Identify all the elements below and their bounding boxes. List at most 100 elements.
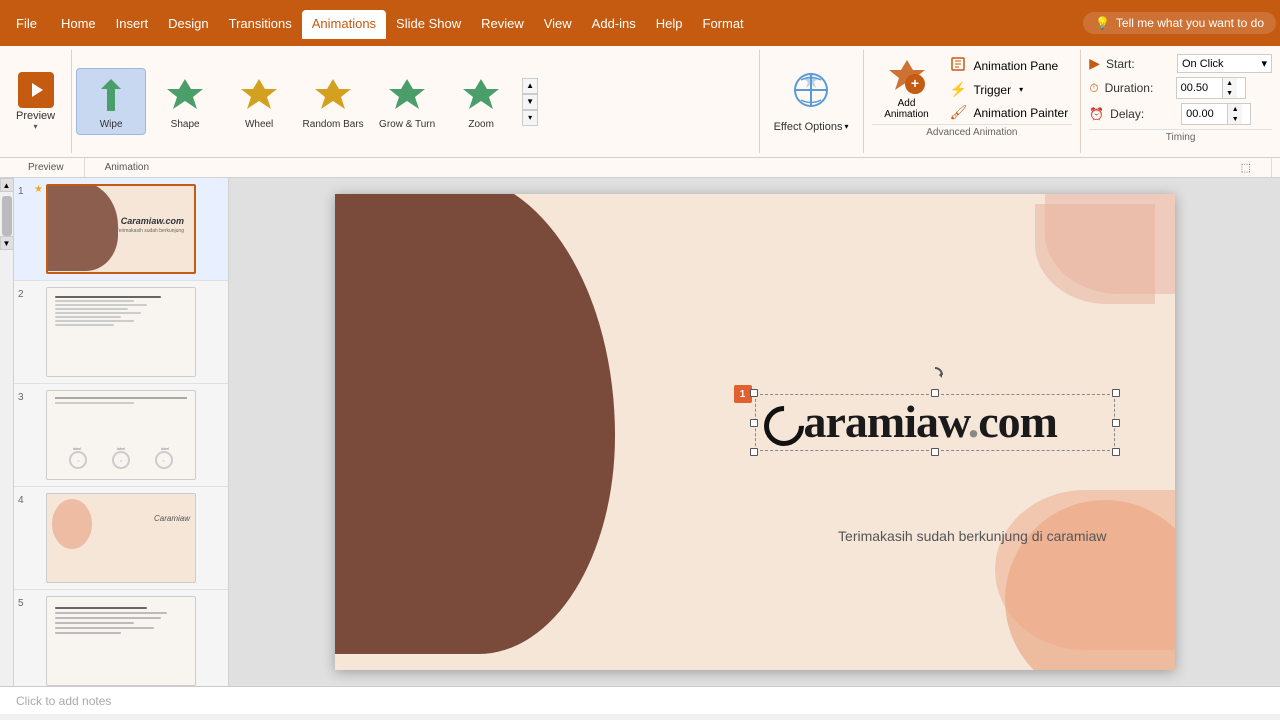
anim-grow-turn[interactable]: Grow & Turn — [372, 69, 442, 134]
scroll-expand-btn[interactable]: ▾ — [522, 110, 538, 126]
ribbon-bar: Preview ▾ Wipe Shape — [0, 46, 1280, 158]
panel-scroll-thumb[interactable] — [2, 196, 12, 236]
menu-insert[interactable]: Insert — [106, 10, 159, 37]
slide-item-5[interactable]: 5 — [14, 590, 228, 686]
file-menu[interactable]: File — [4, 12, 49, 35]
anim-zoom[interactable]: Zoom — [446, 69, 516, 134]
tell-me-text: Tell me what you want to do — [1116, 16, 1264, 30]
menu-bar: File Home Insert Design Transitions Anim… — [0, 0, 1280, 46]
delay-up-arrow[interactable]: ▲ — [1228, 104, 1242, 114]
thumb1-logo: Caramiaw.com — [121, 216, 184, 226]
notes-placeholder: Click to add notes — [16, 694, 111, 708]
grow-turn-icon — [385, 73, 429, 117]
selected-text-box[interactable]: 1 aramiaw.com — [755, 394, 1115, 451]
effect-options-icon — [791, 70, 831, 119]
animation-gallery: Wipe Shape Wheel — [72, 50, 759, 153]
panel-scroll-down[interactable]: ▼ — [0, 236, 14, 250]
menu-addins[interactable]: Add-ins — [582, 10, 646, 37]
delay-input[interactable] — [1182, 107, 1227, 121]
handle-top-right[interactable] — [1112, 389, 1120, 397]
preview-button[interactable]: Preview ▾ — [12, 68, 59, 135]
animation-painter-icon: 🖌 — [950, 104, 968, 121]
handle-bottom-middle[interactable] — [931, 448, 939, 456]
slide-thumb-4: Caramiaw — [46, 493, 196, 583]
menu-review[interactable]: Review — [471, 10, 534, 37]
shape-icon — [163, 73, 207, 117]
advanced-top: + AddAnimation Animatio — [872, 54, 1073, 124]
slide-blob-2 — [995, 490, 1175, 650]
slide-item-1[interactable]: 1 ★ Caramiaw.com Terimakasih sudah berku… — [14, 178, 228, 281]
trigger-button[interactable]: ⚡ Trigger ▾ — [946, 79, 1073, 100]
notes-bar[interactable]: Click to add notes — [0, 686, 1280, 714]
panel-scroll-up[interactable]: ▲ — [0, 178, 14, 192]
delay-spin-arrows: ▲ ▼ — [1227, 104, 1242, 124]
menu-design[interactable]: Design — [158, 10, 218, 37]
duration-down-arrow[interactable]: ▼ — [1223, 88, 1237, 98]
slide-bg-shape-left — [335, 194, 615, 654]
preview-section-label: Preview — [8, 158, 85, 177]
effect-options-button[interactable]: Effect Options ▾ — [770, 66, 853, 137]
anim-wheel[interactable]: Wheel — [224, 69, 294, 134]
scroll-up-btn[interactable]: ▲ — [522, 78, 538, 94]
handle-middle-left[interactable] — [750, 419, 758, 427]
add-animation-button[interactable]: + AddAnimation — [872, 54, 942, 120]
slide-panel: 1 ★ Caramiaw.com Terimakasih sudah berku… — [14, 178, 229, 686]
scroll-down-btn[interactable]: ▼ — [522, 94, 538, 110]
effect-options-label: Effect Options — [774, 121, 843, 133]
menu-format[interactable]: Format — [693, 10, 754, 37]
duration-input[interactable] — [1177, 81, 1222, 95]
add-animation-icon: + — [885, 54, 929, 98]
delay-down-arrow[interactable]: ▼ — [1228, 114, 1242, 124]
menu-home[interactable]: Home — [51, 10, 106, 37]
handle-middle-right[interactable] — [1112, 419, 1120, 427]
grow-turn-label: Grow & Turn — [379, 119, 435, 130]
handle-bottom-left[interactable] — [750, 448, 758, 456]
start-play-icon: ▶ — [1089, 55, 1100, 72]
anim-wipe[interactable]: Wipe — [76, 68, 146, 135]
preview-dropdown-arrow: ▾ — [34, 122, 38, 131]
handle-bottom-right[interactable] — [1112, 448, 1120, 456]
animation-pane-button[interactable]: Animation Pane — [946, 54, 1073, 77]
menu-transitions[interactable]: Transitions — [219, 10, 302, 37]
menu-slideshow[interactable]: Slide Show — [386, 10, 471, 37]
rotate-handle[interactable] — [925, 365, 945, 390]
wheel-label: Wheel — [245, 119, 273, 130]
main-area: ▲ ▼ 1 ★ Caramiaw.com Terimakasih sudah b… — [0, 178, 1280, 686]
animation-expand-btn[interactable]: ⬚ — [1241, 161, 1251, 174]
random-bars-icon — [311, 73, 355, 117]
add-animation-label: AddAnimation — [884, 98, 928, 120]
anim-shape[interactable]: Shape — [150, 69, 220, 134]
animation-painter-button[interactable]: 🖌 Animation Painter — [946, 102, 1073, 123]
duration-up-arrow[interactable]: ▲ — [1223, 78, 1237, 88]
anim-random-bars[interactable]: Random Bars — [298, 69, 368, 134]
slide-thumb-3: ○ ○ ○ label label label — [46, 390, 196, 480]
file-label: File — [16, 16, 37, 31]
handle-top-middle[interactable] — [931, 389, 939, 397]
wheel-icon — [237, 73, 281, 117]
delay-spinbox[interactable]: ▲ ▼ — [1181, 103, 1251, 125]
animation-painter-label: Animation Painter — [974, 106, 1069, 120]
menu-view[interactable]: View — [534, 10, 582, 37]
advanced-animation-group: + AddAnimation Animatio — [864, 50, 1082, 153]
slide-item-3[interactable]: 3 ○ ○ ○ label label label — [14, 384, 228, 487]
menu-animations[interactable]: Animations — [302, 10, 386, 39]
slide-star-1: ★ — [34, 184, 46, 195]
slide-number-2: 2 — [18, 287, 34, 300]
duration-label: Duration: — [1105, 81, 1170, 95]
slide-item-4[interactable]: 4 Caramiaw — [14, 487, 228, 590]
timing-start-row: ▶ Start: On Click ▾ — [1089, 54, 1272, 73]
shape-label: Shape — [171, 119, 200, 130]
timing-section-label: Timing — [1089, 129, 1272, 143]
menu-help[interactable]: Help — [646, 10, 693, 37]
thumb2-lines — [55, 296, 187, 326]
tell-me-box[interactable]: 💡 Tell me what you want to do — [1083, 12, 1276, 34]
effect-options-arrow: ▾ — [844, 122, 848, 131]
start-select[interactable]: On Click ▾ — [1177, 54, 1272, 73]
slide-canvas[interactable]: 1 aramiaw.com — [335, 194, 1175, 670]
duration-spinbox[interactable]: ▲ ▼ — [1176, 77, 1246, 99]
slide-item-2[interactable]: 2 — [14, 281, 228, 384]
slide-subtitle[interactable]: Terimakasih sudah berkunjung di caramiaw — [830, 524, 1114, 548]
animation-pane-icon — [950, 56, 968, 75]
slide-blob-1 — [1035, 204, 1155, 304]
handle-top-left[interactable] — [750, 389, 758, 397]
